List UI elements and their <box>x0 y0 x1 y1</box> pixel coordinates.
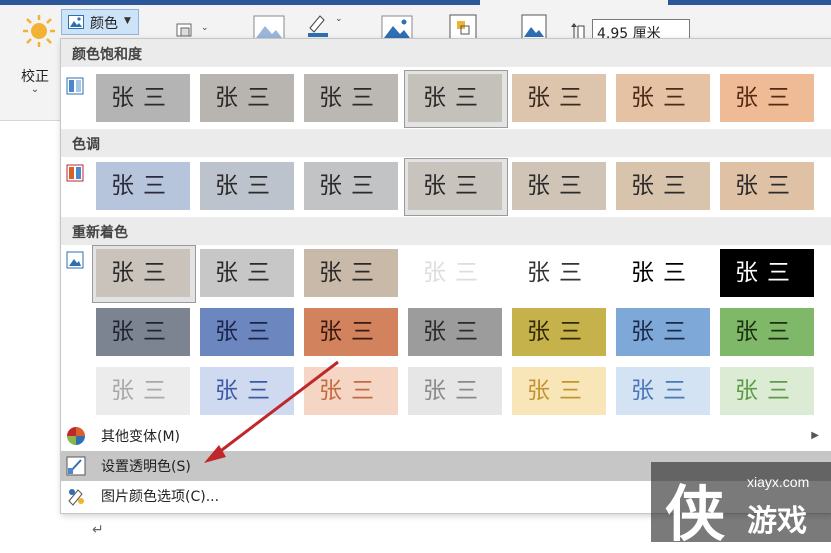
watermark-brand: 游戏 <box>747 504 807 539</box>
watermark-logo: 侠 <box>665 480 725 550</box>
watermark-site: xiayx.com <box>747 474 810 490</box>
annotation-arrow <box>204 360 339 463</box>
watermark: 侠 xiayx.com 游戏 <box>651 462 831 550</box>
